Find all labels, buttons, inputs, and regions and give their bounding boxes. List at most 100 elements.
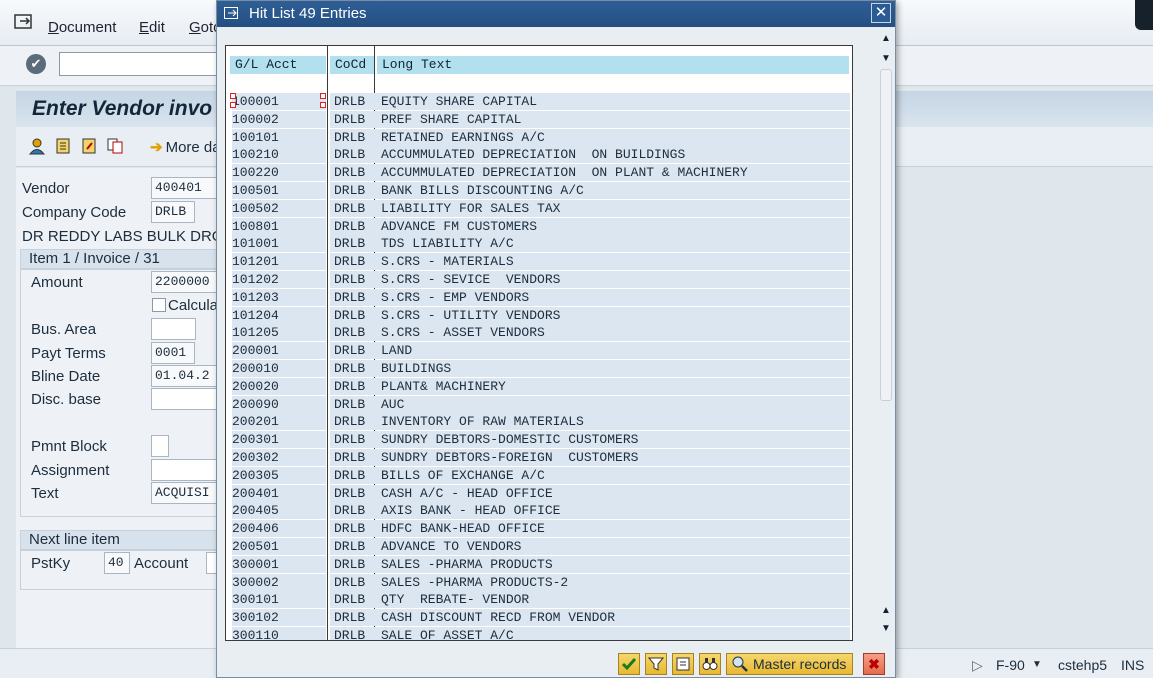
table-row[interactable]: 100501 DRLB BANK BILLS DISCOUNTING A/C <box>226 182 852 199</box>
row-background <box>330 395 850 413</box>
table-row[interactable]: 300102 DRLB CASH DISCOUNT RECD FROM VENDOR <box>226 609 852 627</box>
scroll-down-icon[interactable]: ▼ <box>878 621 894 637</box>
pstky-field[interactable]: 40 <box>104 552 130 574</box>
assignment-field[interactable] <box>151 459 217 481</box>
payt-terms-field[interactable]: 0001 <box>151 342 195 364</box>
table-row[interactable]: 101201 DRLB S.CRS - MATERIALS <box>226 253 852 271</box>
cell-cocd: DRLB <box>334 272 366 287</box>
table-row[interactable]: 101001 DRLB TDS LIABILITY A/C <box>226 235 852 253</box>
cell-gl-acct: 200001 <box>232 343 279 359</box>
cell-gl-acct: 100101 <box>232 129 279 145</box>
table-row[interactable]: 100220 DRLB ACCUMMULATED DEPRECIATION ON P… <box>226 164 852 182</box>
vendor-field[interactable]: 400401 <box>151 177 217 199</box>
assignment-label: Assignment <box>31 462 110 479</box>
copy-icon[interactable] <box>106 137 124 155</box>
status-expand-icon[interactable]: ▷ <box>972 657 983 674</box>
table-row[interactable]: 200090 DRLB AUC <box>226 395 852 413</box>
cell-long-text: PREF SHARE CAPITAL <box>381 111 522 127</box>
page-up-icon[interactable]: ▲ <box>878 603 894 619</box>
cell-gl-acct: 300001 <box>232 556 279 572</box>
checkmark-icon[interactable] <box>618 653 640 675</box>
table-row[interactable]: 200020 DRLB PLANT& MACHINERY <box>226 377 852 395</box>
bus-area-field[interactable] <box>151 318 196 340</box>
table-row[interactable]: 200010 DRLB BUILDINGS <box>226 360 852 377</box>
column-header-cocd[interactable]: CoCd <box>330 56 374 74</box>
command-field[interactable] <box>59 52 229 76</box>
hit-list-dialog: Hit List 49 Entries ✕ G/L Acct CoCd Long… <box>216 0 896 678</box>
table-row[interactable]: 101205 DRLB S.CRS - ASSET VENDORS <box>226 324 852 342</box>
system-menu-icon[interactable] <box>14 14 34 30</box>
table-row[interactable]: 200302 DRLB SUNDRY DEBTORS-FOREIGN CUSTOME… <box>226 449 852 466</box>
text-field[interactable]: ACQUISI <box>151 482 217 504</box>
table-row[interactable]: 100801 DRLB ADVANCE FM CUSTOMERS <box>226 217 852 235</box>
save-list-icon[interactable] <box>672 653 694 675</box>
page-title: Enter Vendor invo <box>32 97 213 120</box>
table-row[interactable]: 100002 DRLB PREF SHARE CAPITAL <box>226 110 852 128</box>
window-controls[interactable] <box>1135 0 1153 30</box>
cell-long-text: AXIS BANK - HEAD OFFICE <box>381 503 561 519</box>
user-icon[interactable] <box>28 137 46 155</box>
cell-gl-acct: 300101 <box>232 592 279 608</box>
cell-gl-acct: 101202 <box>232 272 279 287</box>
document-edit-icon[interactable] <box>80 137 98 155</box>
table-row[interactable]: 200305 DRLB BILLS OF EXCHANGE A/C <box>226 466 852 484</box>
table-row[interactable]: 200406 DRLB HDFC BANK-HEAD OFFICE <box>226 520 852 538</box>
company-code-field[interactable]: DRLB <box>151 201 195 223</box>
vertical-scrollbar[interactable]: ▲ ▼ ▲ ▼ <box>878 29 894 641</box>
scroll-up-icon[interactable]: ▲ <box>878 31 894 47</box>
cell-cocd: DRLB <box>334 289 366 305</box>
menu-document[interactable]: Document <box>48 19 116 36</box>
disc-base-field[interactable] <box>151 388 217 410</box>
table-row[interactable]: 200201 DRLB INVENTORY OF RAW MATERIALS <box>226 413 852 431</box>
table-row[interactable]: 100502 DRLB LIABILITY FOR SALES TAX <box>226 199 852 217</box>
menu-edit[interactable]: Edit <box>139 19 165 36</box>
table-row[interactable]: 300002 DRLB SALES -PHARMA PRODUCTS-2 <box>226 573 852 591</box>
binoculars-icon[interactable] <box>699 653 721 675</box>
cell-gl-acct: 300002 <box>232 574 279 590</box>
vendor-name: DR REDDY LABS BULK DRG I <box>22 228 232 245</box>
pmnt-block-field[interactable] <box>151 435 169 457</box>
cell-gl-acct: 200405 <box>232 503 279 519</box>
master-records-label: Master records <box>753 656 847 672</box>
cell-long-text: SALES -PHARMA PRODUCTS-2 <box>381 574 569 590</box>
calculate-tax-checkbox[interactable] <box>152 298 166 312</box>
table-row[interactable]: 200301 DRLB SUNDRY DEBTORS-DOMESTIC CUSTOM… <box>226 431 852 449</box>
cell-cocd: DRLB <box>334 485 366 501</box>
table-row[interactable]: 100101 DRLB RETAINED EARNINGS A/C <box>226 128 852 146</box>
hit-list-table: G/L Acct CoCd Long Text 100001 DRLB EQUITY… <box>225 45 853 641</box>
table-row[interactable]: 300001 DRLB SALES -PHARMA PRODUCTS <box>226 555 852 573</box>
table-row[interactable]: 101202 DRLB S.CRS - SEVICE VENDORS <box>226 271 852 288</box>
dialog-menu-icon[interactable] <box>224 7 240 20</box>
column-header-long-text[interactable]: Long Text <box>377 56 849 74</box>
selection-handle <box>230 93 236 99</box>
bline-date-label: Bline Date <box>31 368 101 385</box>
table-row[interactable]: 200001 DRLB LAND <box>226 342 852 360</box>
filter-icon[interactable] <box>645 653 667 675</box>
enter-icon[interactable]: ✔ <box>26 54 46 74</box>
pmnt-block-label: Pmnt Block <box>31 438 107 455</box>
bline-date-field[interactable]: 01.04.2 <box>151 365 217 387</box>
page-down-icon[interactable]: ▼ <box>878 51 894 67</box>
tcode-dropdown-icon[interactable]: ▼ <box>1032 659 1042 670</box>
amount-field[interactable]: 2200000 <box>151 271 217 293</box>
close-icon[interactable]: ✕ <box>871 3 891 23</box>
table-row[interactable]: 101203 DRLB S.CRS - EMP VENDORS <box>226 288 852 306</box>
table-row[interactable]: 100210 DRLB ACCUMMULATED DEPRECIATION ON B… <box>226 146 852 164</box>
table-row[interactable]: 200405 DRLB AXIS BANK - HEAD OFFICE <box>226 502 852 520</box>
item-section-header: Item 1 / Invoice / 31 <box>20 249 220 269</box>
scroll-thumb[interactable] <box>880 69 892 401</box>
cell-cocd: DRLB <box>334 200 366 216</box>
cell-cocd: DRLB <box>334 628 366 641</box>
document-icon[interactable] <box>54 137 72 155</box>
table-row[interactable]: 200401 DRLB CASH A/C - HEAD OFFICE <box>226 484 852 502</box>
master-records-button[interactable]: Master records <box>726 653 854 675</box>
column-header-gl-acct[interactable]: G/L Acct <box>230 56 326 74</box>
table-row[interactable]: 101204 DRLB S.CRS - UTILITY VENDORS <box>226 306 852 324</box>
table-row[interactable]: 300110 DRLB SALE OF ASSET A/C <box>226 627 852 641</box>
table-row[interactable]: 200501 DRLB ADVANCE TO VENDORS <box>226 538 852 555</box>
cell-long-text: SUNDRY DEBTORS-DOMESTIC CUSTOMERS <box>381 432 639 448</box>
cell-cocd: DRLB <box>334 307 366 323</box>
cell-long-text: AUC <box>381 396 405 412</box>
table-row[interactable]: 300101 DRLB QTY REBATE- VENDOR <box>226 591 852 609</box>
cancel-icon[interactable]: ✖ <box>863 653 885 675</box>
